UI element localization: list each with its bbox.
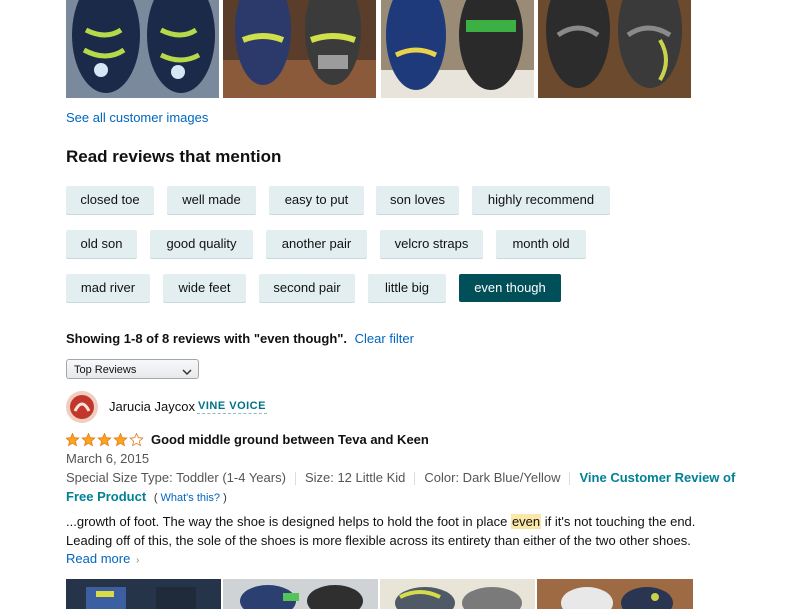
search-term-highlight: even — [510, 514, 542, 529]
whats-this-link[interactable]: What's this? — [160, 492, 220, 504]
review-body: ...growth of foot. The way the shoe is d… — [66, 512, 756, 550]
review-date: March 6, 2015 — [66, 451, 150, 466]
customer-image-3[interactable] — [381, 0, 534, 98]
filter-showing-text: Showing 1-8 of 8 reviews with "even thou… — [66, 331, 348, 346]
review-meta-line2: Free Product (What's this?) — [66, 489, 227, 504]
mention-chip-well-made[interactable]: well made — [167, 186, 256, 214]
review-title[interactable]: Good middle ground between Teva and Keen — [151, 432, 429, 447]
star-icon — [65, 432, 80, 447]
vine-voice-badge[interactable]: VINE VOICE — [197, 399, 267, 414]
review-body-line1: ...growth of foot. The way the shoe is d… — [66, 512, 756, 531]
star-icon — [97, 432, 112, 447]
meta-divider — [294, 472, 296, 486]
see-all-customer-images-link[interactable]: See all customer images — [66, 110, 208, 125]
review-meta: Special Size Type: Toddler (1-4 Years) Si… — [66, 470, 736, 486]
meta-divider — [569, 472, 571, 486]
star-icon — [81, 432, 96, 447]
filter-status: Showing 1-8 of 8 reviews with "even thou… — [66, 331, 414, 346]
reviewer-avatar[interactable] — [66, 391, 98, 423]
review-body-after: if it's not touching the end. — [541, 514, 696, 529]
customer-image-4[interactable] — [538, 0, 691, 98]
meta-divider — [414, 472, 416, 486]
review-body-before: ...growth of foot. The way the shoe is d… — [66, 514, 511, 529]
review-image-1[interactable] — [66, 579, 221, 609]
mention-chip-mad-river[interactable]: mad river — [66, 274, 150, 302]
mention-chip-second-pair[interactable]: second pair — [259, 274, 355, 302]
review-body-line2: Leading off of this, the sole of the sho… — [66, 533, 691, 548]
chevron-down-icon — [182, 364, 192, 384]
mention-chip-old-son[interactable]: old son — [66, 230, 137, 258]
reviewer-name[interactable]: Jarucia Jaycox — [109, 399, 195, 414]
mention-chip-even-though[interactable]: even though — [459, 274, 561, 302]
mention-chip-son-loves[interactable]: son loves — [376, 186, 459, 214]
chevron-right-icon: › — [135, 555, 140, 566]
star-icon — [113, 432, 128, 447]
review-image-3[interactable] — [380, 579, 535, 609]
vine-review-label: Vine Customer Review of — [579, 470, 736, 485]
mention-chip-month-old[interactable]: month old — [496, 230, 586, 258]
mention-chip-highly-recommend[interactable]: highly recommend — [472, 186, 610, 214]
mentions-heading: Read reviews that mention — [66, 147, 282, 166]
review-size: Size: 12 Little Kid — [304, 470, 406, 485]
mention-chip-easy-to-put[interactable]: easy to put — [269, 186, 364, 214]
whats-this-close: ) — [223, 492, 227, 504]
star-icon — [129, 432, 144, 447]
read-more-link[interactable]: Read more › — [66, 551, 139, 566]
whats-this-open: ( — [153, 492, 158, 504]
mention-chip-closed-toe[interactable]: closed toe — [66, 186, 154, 214]
customer-image-1[interactable] — [66, 0, 219, 98]
sort-dropdown[interactable]: Top Reviews — [66, 359, 199, 379]
clear-filter-link[interactable]: Clear filter — [355, 331, 414, 346]
review-image-4[interactable] — [537, 579, 693, 609]
review-image-2[interactable] — [223, 579, 378, 609]
sort-selected-label: Top Reviews — [74, 364, 137, 376]
review-color: Color: Dark Blue/Yellow — [424, 470, 561, 485]
vine-review-label-cont: Free Product — [66, 489, 147, 504]
review-star-rating[interactable] — [65, 432, 146, 447]
mention-chip-another-pair[interactable]: another pair — [266, 230, 367, 258]
mention-chip-wide-feet[interactable]: wide feet — [163, 274, 246, 302]
review-size-type: Special Size Type: Toddler (1-4 Years) — [66, 470, 286, 485]
mention-chip-little-big[interactable]: little big — [368, 274, 446, 302]
mention-chip-velcro-straps[interactable]: velcro straps — [380, 230, 483, 258]
mention-chip-good-quality[interactable]: good quality — [150, 230, 253, 258]
read-more-label: Read more — [66, 551, 131, 566]
customer-image-2[interactable] — [223, 0, 376, 98]
